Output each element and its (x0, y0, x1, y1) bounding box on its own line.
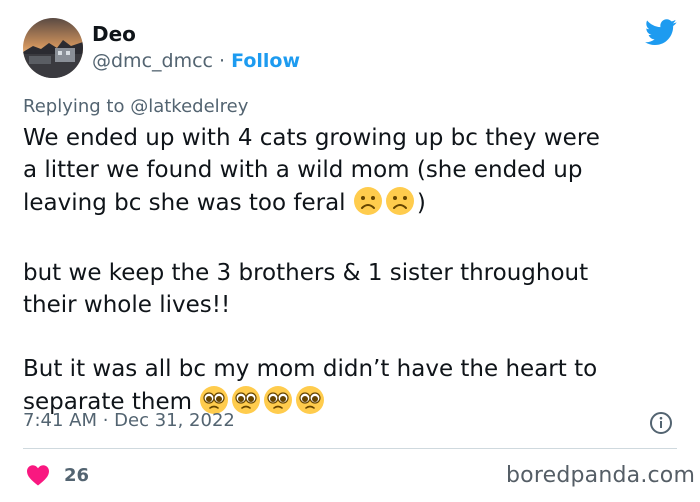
pleading-face-emoji (231, 385, 261, 424)
avatar[interactable] (23, 18, 83, 78)
pleading-face-emoji (263, 385, 293, 424)
frowning-face-emoji (385, 186, 415, 225)
avatar-image (23, 18, 83, 78)
text-line: a litter we found with a wild mom (she e… (23, 157, 583, 183)
text-segment: leaving bc she was too feral (23, 190, 346, 216)
text-line: their whole lives!! (23, 292, 231, 318)
text-line: leaving bc she was too feral ) (23, 186, 683, 225)
text-line: But it was all bc my mom didn’t have the… (23, 356, 598, 382)
author-meta: @dmc_dmcc · Follow (92, 50, 300, 72)
text-segment: ) (416, 190, 426, 216)
watermark: boredpanda.com (506, 463, 696, 488)
tweet-timestamp[interactable]: 7:41 AM · Dec 31, 2022 (23, 410, 235, 431)
author-handle[interactable]: @dmc_dmcc (92, 50, 213, 72)
follow-button[interactable]: Follow (231, 50, 300, 72)
reply-context: Replying to @latkedelrey (23, 96, 248, 117)
info-icon[interactable] (649, 411, 673, 435)
author-name[interactable]: Deo (92, 22, 136, 46)
tweet-text: We ended up with 4 cats growing up bc th… (23, 122, 683, 424)
text-line: We ended up with 4 cats growing up bc th… (23, 125, 600, 151)
pleading-face-emoji (295, 385, 325, 424)
meta-separator: · (212, 50, 232, 72)
divider (23, 448, 677, 449)
frowning-face-emoji (353, 186, 383, 225)
like-count: 26 (64, 465, 90, 486)
reply-handle[interactable]: @latkedelrey (130, 96, 248, 117)
text-line: but we keep the 3 brothers & 1 sister th… (23, 260, 589, 286)
heart-icon[interactable] (26, 464, 50, 486)
twitter-bird-icon[interactable] (645, 19, 677, 46)
reply-prefix: Replying to (23, 96, 131, 117)
